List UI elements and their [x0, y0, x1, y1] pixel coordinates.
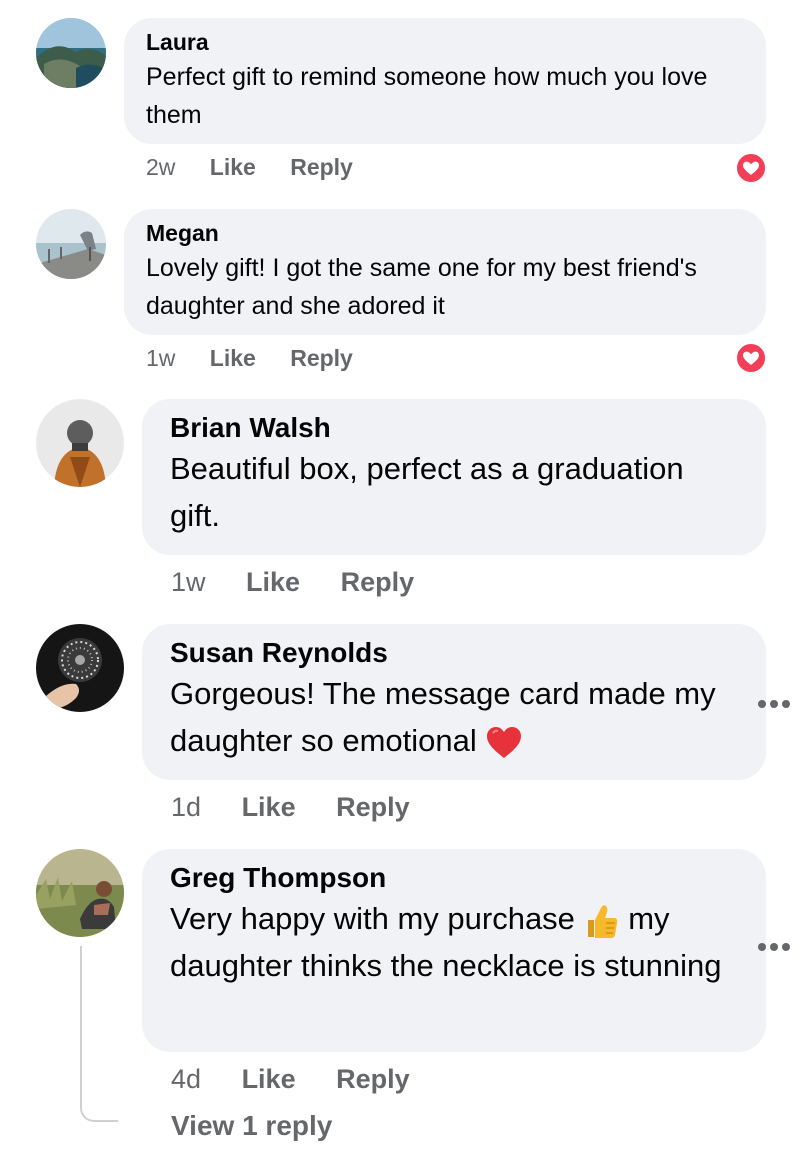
comment-timestamp[interactable]: 1d [171, 790, 201, 824]
like-button[interactable]: Like [210, 343, 256, 373]
comment-actions: 2w Like Reply [146, 152, 353, 182]
comment-text: Beautiful box, perfect as a graduation g… [170, 451, 684, 533]
heart-icon[interactable] [735, 342, 767, 374]
comment-actions: 1w Like Reply [171, 565, 414, 599]
comment-bubble: Greg Thompson Very happy with my purchas… [142, 849, 766, 1052]
comment-timestamp[interactable]: 1w [146, 343, 175, 373]
like-button[interactable]: Like [242, 790, 296, 824]
comment-text: Perfect gift to remind someone how much … [146, 63, 708, 129]
comment-text-part: Gorgeous! The message card made my daugh… [170, 676, 716, 758]
more-options-icon[interactable] [757, 699, 791, 709]
reply-button[interactable]: Reply [341, 565, 415, 599]
comment-timestamp[interactable]: 4d [171, 1062, 201, 1096]
like-button[interactable]: Like [210, 152, 256, 182]
comment-author[interactable]: Megan [146, 219, 744, 247]
red-heart-emoji [485, 725, 523, 761]
avatar-megan[interactable] [36, 209, 106, 279]
avatar-susan-reynolds[interactable] [36, 624, 124, 712]
comment-author[interactable]: Brian Walsh [170, 411, 738, 445]
comment-author[interactable]: Greg Thompson [170, 861, 738, 895]
view-replies-link[interactable]: View 1 reply [171, 1108, 332, 1144]
heart-icon[interactable] [735, 152, 767, 184]
comment-bubble: Brian Walsh Beautiful box, perfect as a … [142, 399, 766, 555]
comment-bubble: Laura Perfect gift to remind someone how… [124, 18, 766, 144]
comment-actions: 1w Like Reply [146, 343, 353, 373]
reply-button[interactable]: Reply [290, 152, 353, 182]
comment-text-part: Very happy with my purchase [170, 901, 575, 936]
comment-bubble: Megan Lovely gift! I got the same one fo… [124, 209, 766, 335]
comment-author[interactable]: Laura [146, 28, 744, 56]
comment-text: Very happy with my purchase my daughter … [170, 895, 738, 989]
like-button[interactable]: Like [246, 565, 300, 599]
comment-actions: 1d Like Reply [171, 790, 410, 824]
reply-thread-line [80, 946, 118, 1122]
avatar-brian-walsh[interactable] [36, 399, 124, 487]
reply-button[interactable]: Reply [336, 1062, 410, 1096]
more-options-icon[interactable] [757, 942, 791, 952]
reply-button[interactable]: Reply [336, 790, 410, 824]
comment-text: Lovely gift! I got the same one for my b… [146, 254, 697, 320]
comment-text: Gorgeous! The message card made my daugh… [170, 670, 738, 764]
comment-timestamp[interactable]: 1w [171, 565, 206, 599]
thumbs-up-emoji [584, 902, 620, 940]
reply-button[interactable]: Reply [290, 343, 353, 373]
comment-actions: 4d Like Reply [171, 1062, 410, 1096]
comment-bubble: Susan Reynolds Gorgeous! The message car… [142, 624, 766, 780]
comment-author[interactable]: Susan Reynolds [170, 636, 738, 670]
comment-timestamp[interactable]: 2w [146, 152, 175, 182]
avatar-greg-thompson[interactable] [36, 849, 124, 937]
avatar-laura[interactable] [36, 18, 106, 88]
like-button[interactable]: Like [242, 1062, 296, 1096]
